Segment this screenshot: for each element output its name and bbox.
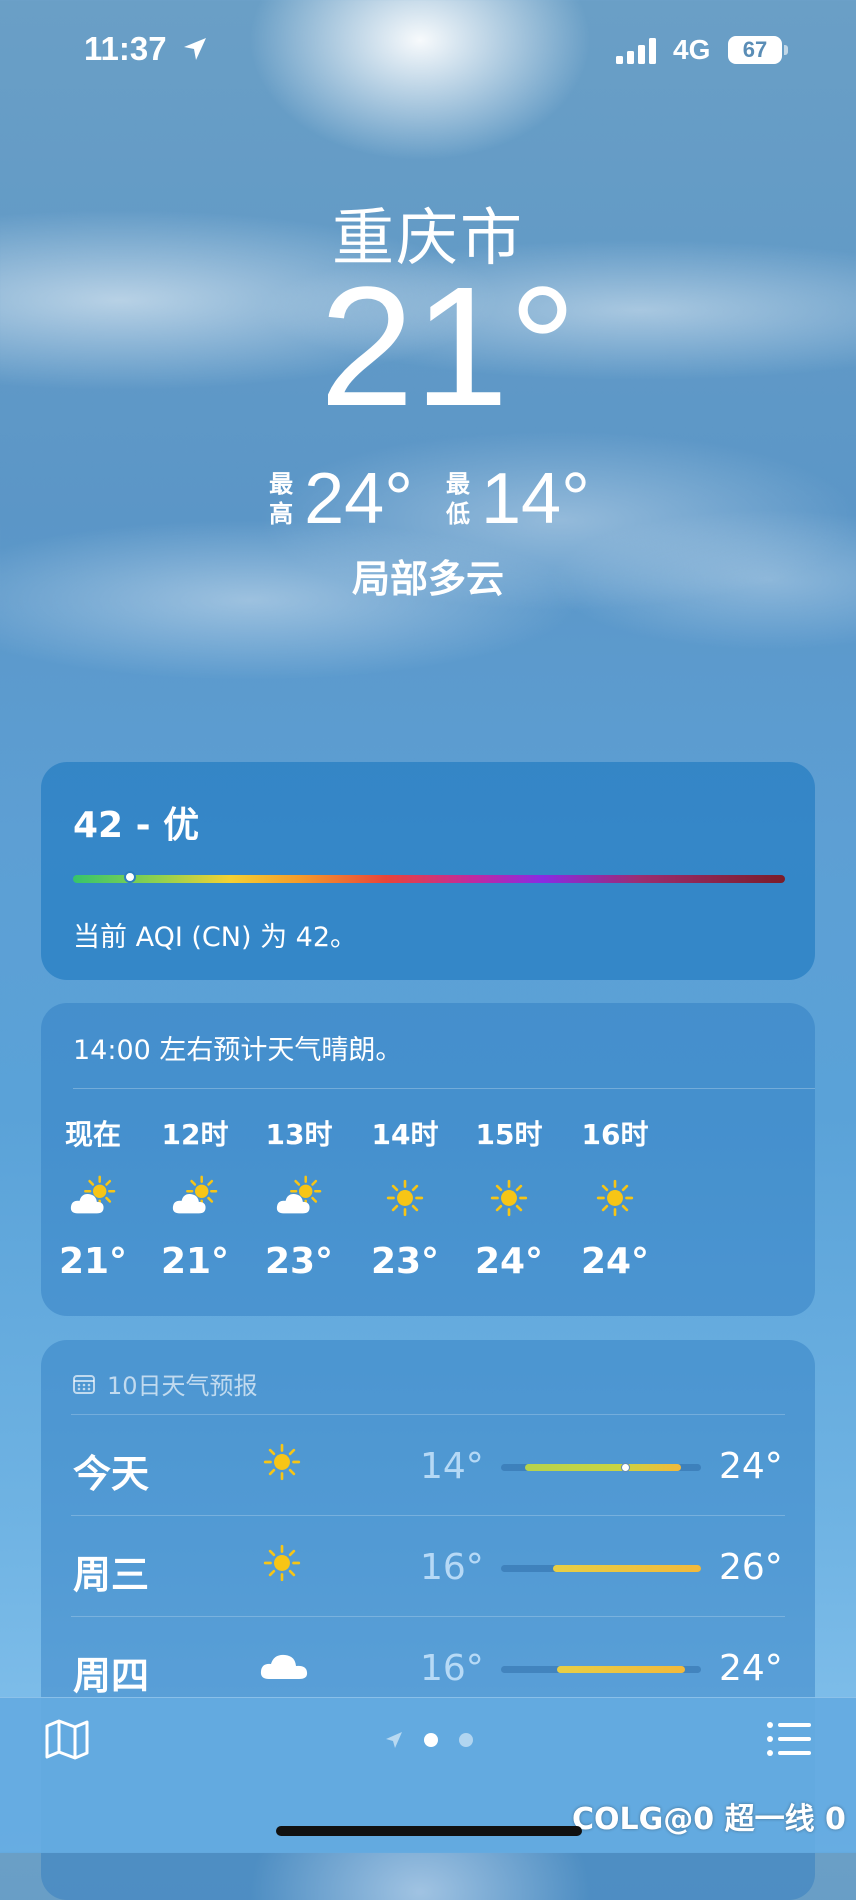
sun-icon: [589, 1175, 641, 1221]
day-high-temp: 24°: [719, 1446, 783, 1487]
hour-temperature: 24°: [474, 1241, 544, 1282]
aqi-description: 当前 AQI (CN) 为 42。: [73, 922, 358, 953]
high-label: 最高: [269, 470, 294, 528]
sun-icon: [259, 1540, 311, 1588]
day-high-temp: 26°: [719, 1547, 783, 1588]
list-icon[interactable]: [766, 1720, 812, 1758]
home-indicator[interactable]: [276, 1826, 582, 1836]
high-temperature: 最高 24°: [266, 458, 413, 540]
cloud-icon: [259, 1641, 311, 1689]
hour-temperature: 23°: [264, 1241, 334, 1282]
partly-sunny-icon: [169, 1175, 221, 1221]
calendar-icon: [73, 1374, 95, 1394]
day-low-temp: 14°: [420, 1446, 484, 1487]
aqi-value: 42 - 优: [73, 805, 200, 846]
hour-column: 15时 24°: [459, 1113, 559, 1282]
hour-column: 16时 24°: [565, 1113, 665, 1282]
hour-temperature: 23°: [370, 1241, 440, 1282]
sun-icon: [379, 1175, 431, 1221]
hour-label: 15时: [475, 1118, 543, 1151]
ten-day-header: 10日天气预报: [73, 1366, 258, 1401]
page-dot-active[interactable]: [424, 1733, 438, 1747]
temperature-range-fill: [525, 1464, 681, 1471]
page-dot[interactable]: [459, 1733, 473, 1747]
hour-label: 16时: [581, 1118, 649, 1151]
sun-icon: [483, 1175, 535, 1221]
low-value: 14°: [481, 459, 590, 539]
hour-label: 现在: [64, 1118, 121, 1151]
partly-sunny-icon: [273, 1175, 325, 1221]
hourly-summary: 14:00 左右预计天气晴朗。: [73, 1035, 403, 1066]
day-name: 周四: [73, 1654, 150, 1698]
hour-label: 14时: [371, 1118, 439, 1151]
current-location-page-icon[interactable]: [384, 1730, 404, 1750]
hourly-forecast-card[interactable]: 14:00 左右预计天气晴朗。 现在 21° 12时 21° 13时 23° 14时 …: [41, 1003, 815, 1316]
status-time: 11:37: [84, 30, 167, 67]
temperature-range-bar: [501, 1463, 701, 1472]
battery-level: 67: [728, 36, 782, 64]
temperature-range-bar: [501, 1666, 701, 1673]
divider: [73, 1088, 815, 1089]
current-temp-marker: [621, 1463, 630, 1472]
day-name: 今天: [73, 1452, 150, 1496]
map-icon[interactable]: [44, 1718, 90, 1760]
day-low-temp: 16°: [420, 1648, 484, 1689]
low-temperature: 最低 14°: [443, 458, 590, 540]
hour-temperature: 24°: [580, 1241, 650, 1282]
day-row[interactable]: 今天 14° 24°: [41, 1415, 815, 1515]
hour-column: 14时 23°: [355, 1113, 455, 1282]
day-name: 周三: [73, 1553, 150, 1597]
low-label: 最低: [446, 470, 470, 528]
aqi-card[interactable]: 42 - 优 当前 AQI (CN) 为 42。: [41, 762, 815, 980]
current-temperature: 21°: [319, 252, 577, 442]
high-value: 24°: [304, 459, 413, 539]
location-arrow-icon: [184, 38, 206, 60]
hour-temperature: 21°: [58, 1241, 128, 1282]
weather-condition: 局部多云: [351, 557, 504, 601]
aqi-scale-bar: [73, 875, 785, 883]
battery-icon: 67: [728, 36, 788, 64]
high-low-temperatures: 最高 24° 最低 14°: [0, 458, 856, 540]
sun-icon: [259, 1439, 311, 1487]
hour-label: 12时: [161, 1118, 229, 1151]
watermark: COLG@0 超一线 0: [572, 1802, 846, 1837]
cellular-signal-icon: [616, 38, 656, 64]
hour-temperature: 21°: [160, 1241, 230, 1282]
ten-day-title: 10日天气预报: [107, 1372, 258, 1400]
day-high-temp: 24°: [719, 1648, 783, 1689]
day-row[interactable]: 周三 16° 26°: [41, 1516, 815, 1616]
partly-sunny-icon: [67, 1175, 119, 1221]
hour-column: 现在 21°: [43, 1113, 143, 1282]
day-low-temp: 16°: [420, 1547, 484, 1588]
hour-column: 13时 23°: [249, 1113, 349, 1282]
hour-column: 12时 21°: [145, 1113, 245, 1282]
temperature-range-fill: [553, 1565, 701, 1572]
aqi-indicator: [123, 871, 136, 883]
network-type: 4G: [673, 34, 711, 65]
temperature-range-fill: [557, 1666, 685, 1673]
hour-label: 13时: [265, 1118, 333, 1151]
temperature-range-bar: [501, 1565, 701, 1572]
